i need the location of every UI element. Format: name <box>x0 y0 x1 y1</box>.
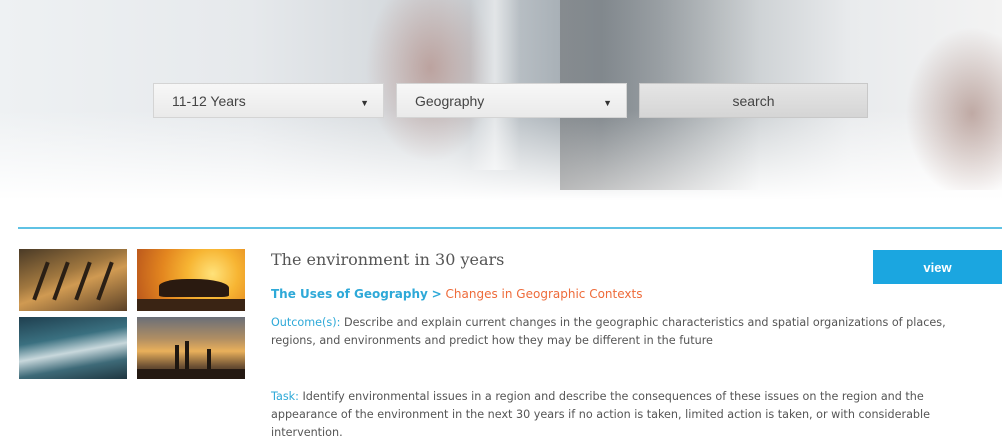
view-button[interactable]: view <box>873 250 1002 284</box>
age-select-value: 11-12 Years <box>172 92 246 109</box>
task-text: Identify environmental issues in a regio… <box>271 390 931 439</box>
breadcrumb-current-link[interactable]: Changes in Geographic Contexts <box>446 287 643 301</box>
outcome-label: Outcome(s): <box>271 316 341 329</box>
task-label: Task: <box>271 390 299 403</box>
breadcrumb: The Uses of Geography > Changes in Geogr… <box>271 287 642 301</box>
subject-select[interactable]: Geography ▼ <box>396 83 627 118</box>
outcome-text: Describe and explain current changes in … <box>271 316 946 347</box>
age-select[interactable]: 11-12 Years ▼ <box>153 83 384 118</box>
subject-select-value: Geography <box>415 92 485 109</box>
thumbnail-industrial-smokestacks <box>137 317 245 379</box>
section-divider <box>18 227 1002 229</box>
thumbnail-ocean-wave <box>19 317 127 379</box>
search-button[interactable]: search <box>639 83 868 118</box>
breadcrumb-parent-link[interactable]: The Uses of Geography <box>271 287 428 301</box>
outcome-paragraph: Outcome(s): Describe and explain current… <box>271 314 991 350</box>
caret-down-icon: ▼ <box>360 98 369 108</box>
thumbnail-sunset-rhino <box>137 249 245 311</box>
hero-image-person <box>900 20 1002 190</box>
task-paragraph: Task: Identify environmental issues in a… <box>271 388 991 442</box>
caret-down-icon: ▼ <box>603 98 612 108</box>
thumbnail-tigers <box>19 249 127 311</box>
hero-banner: 11-12 Years ▼ Geography ▼ search <box>0 0 1002 200</box>
breadcrumb-separator: > <box>431 287 442 301</box>
result-title[interactable]: The environment in 30 years <box>271 250 504 269</box>
